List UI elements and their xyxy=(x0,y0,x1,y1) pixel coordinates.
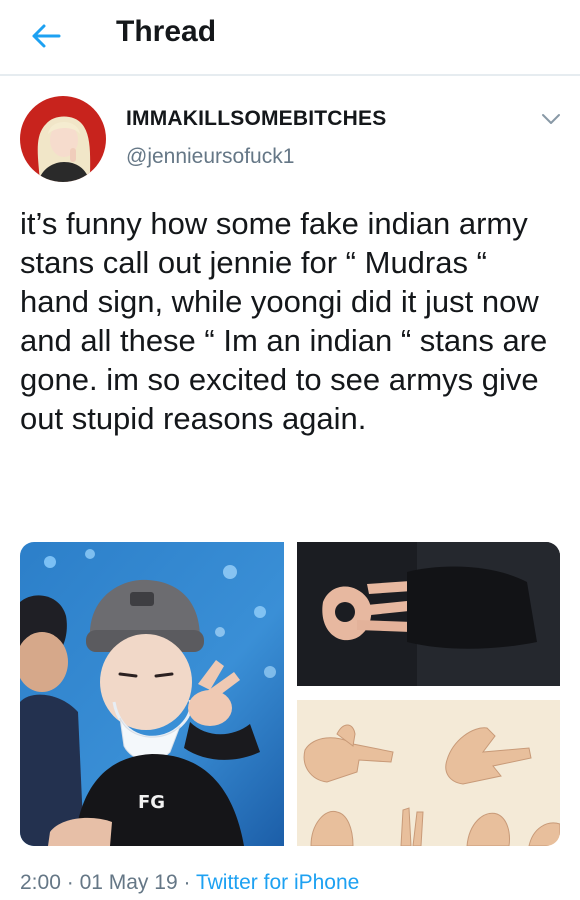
meta-separator: · xyxy=(183,871,191,894)
tweet-menu-button[interactable] xyxy=(536,106,566,132)
thread-header: Thread xyxy=(0,0,580,76)
media-grid: FG FG xyxy=(20,542,560,846)
back-button[interactable] xyxy=(24,14,68,58)
page-title: Thread xyxy=(116,15,217,48)
shirt-logo-text: FG xyxy=(138,792,165,813)
media-photo-mudra-chart[interactable] xyxy=(297,700,560,846)
chevron-down-icon xyxy=(542,114,560,124)
display-name[interactable]: IMMAKILLSOMEBITCHES xyxy=(126,106,386,132)
meta-separator: · xyxy=(66,871,74,894)
tweet-source-link[interactable]: Twitter for iPhone xyxy=(196,871,359,894)
avatar[interactable] xyxy=(20,96,106,182)
tweet-date: 01 May 19 xyxy=(79,871,178,894)
arrow-left-icon xyxy=(32,24,61,48)
media-photo-hand-closeup[interactable]: FG xyxy=(297,542,560,686)
tweet-text: it’s funny how some fake indian army sta… xyxy=(20,206,548,436)
tweet-time: 2:00 xyxy=(20,871,61,894)
media-photo-main[interactable]: FG xyxy=(20,542,284,846)
tweet-metadata: 2:00 · 01 May 19 · Twitter for iPhone xyxy=(20,870,359,896)
user-handle[interactable]: @jennieursofuck1 xyxy=(126,144,294,170)
